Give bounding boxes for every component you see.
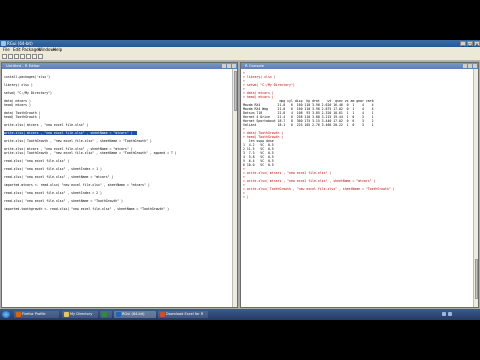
editor-line[interactable]: install.packages('xlsx') <box>4 75 50 79</box>
start-button[interactable] <box>2 311 10 318</box>
editor-titlebar[interactable]: Untitled - R Editor <box>2 63 237 69</box>
editor-minimize-icon[interactable] <box>222 64 226 68</box>
console-window: R Console > > library( xlsx ) > > setwd( "C… <box>240 62 479 308</box>
editor-line[interactable]: read.xlsx( "new excel file.xlsx" , sheet… <box>4 175 113 179</box>
console-minimize-icon[interactable] <box>463 64 467 68</box>
editor-window: Untitled - R Editor install.packages('xl… <box>1 62 238 308</box>
editor-line[interactable]: read.xlsx( "new excel file.xlsx" ) <box>4 159 69 163</box>
editor-line[interactable]: read.xlsx( "new excel file.xlsx" , sheet… <box>4 199 123 203</box>
mdi-workspace: Untitled - R Editor install.packages('xl… <box>0 61 480 309</box>
system-tray <box>442 310 478 319</box>
taskbar-item-label: Download Excel for R <box>166 312 204 316</box>
taskbar: Firefox Profile My Directory RGui (64-bit)… <box>0 309 480 320</box>
editor-line-selected[interactable]: write.xlsx( mtcars , "new excel file.xls… <box>4 131 137 135</box>
taskbar-item[interactable]: Firefox Profile <box>14 311 59 318</box>
taskbar-item[interactable] <box>100 311 112 318</box>
editor-line[interactable]: imported.toothgrowth <- read.xlsx( "new … <box>4 207 169 211</box>
window-titlebar[interactable]: RGui (64-bit) _ □ × <box>0 40 480 47</box>
excel-icon <box>102 312 107 317</box>
console-input-line: > write.xlsx( mtcars , "new excel file.x… <box>243 179 376 183</box>
browser-icon <box>160 312 165 317</box>
editor-close-icon[interactable] <box>232 64 236 68</box>
console-title: R Console <box>245 63 264 68</box>
console-input-line: > setwd( "C:/My Directory") <box>243 83 295 87</box>
taskbar-item-label: My Directory <box>70 312 93 316</box>
console-scroll-thumb[interactable] <box>474 259 478 299</box>
toolbar <box>0 53 480 61</box>
console-input-line: > write.xlsx( mtcars , "new excel file.x… <box>243 171 332 175</box>
editor-maximize-icon[interactable] <box>227 64 231 68</box>
editor-scrollbar[interactable] <box>232 69 237 307</box>
console-close-icon[interactable] <box>473 64 477 68</box>
editor-line[interactable]: read.xlsx( "new excel file.xlsx" , sheet… <box>4 191 102 195</box>
console-maximize-icon[interactable] <box>468 64 472 68</box>
folder-icon <box>64 312 69 317</box>
editor-line[interactable]: head( ToothGrowth ) <box>4 115 40 119</box>
close-icon[interactable]: × <box>474 41 480 47</box>
editor-line[interactable]: write.xlsx( ToothGrowth , "new excel fil… <box>4 139 152 143</box>
console-scrollbar[interactable] <box>473 69 478 307</box>
console-output-line: 6 10.0 VC 0.5 <box>243 163 274 167</box>
r-app-icon <box>1 41 6 46</box>
load-workspace-icon[interactable] <box>8 54 13 59</box>
volume-icon[interactable] <box>448 312 452 316</box>
editor-title: Untitled - R Editor <box>6 63 40 68</box>
letterbox-top <box>0 0 480 40</box>
print-icon[interactable] <box>38 54 43 59</box>
editor-scroll-thumb[interactable] <box>233 71 237 111</box>
letterbox-bottom <box>0 320 480 360</box>
save-icon[interactable] <box>14 54 19 59</box>
editor-line[interactable]: head( mtcars ) <box>4 103 31 107</box>
desktop-screen: RGui (64-bit) _ □ × File Edit Packages W… <box>0 40 480 320</box>
run-line-icon[interactable] <box>20 54 25 59</box>
editor-line[interactable]: library( xlsx ) <box>4 83 33 87</box>
taskbar-item-label: RGui (64-bit) <box>122 312 145 316</box>
console-input-line: > | <box>243 195 249 199</box>
taskbar-item[interactable]: My Directory <box>62 311 98 318</box>
taskbar-item-label: Firefox Profile <box>22 312 46 316</box>
console-input-line: > library( xlsx ) <box>243 75 276 79</box>
editor-line[interactable]: write.xlsx( ToothGrowth , "new excel fil… <box>4 151 177 155</box>
open-script-icon[interactable] <box>2 54 7 59</box>
stop-icon[interactable] <box>32 54 37 59</box>
taskbar-item[interactable]: Download Excel for R <box>158 311 208 318</box>
maximize-icon[interactable]: □ <box>467 41 473 47</box>
network-icon[interactable] <box>442 312 446 316</box>
r-icon <box>116 312 121 317</box>
window-title: RGui (64-bit) <box>7 41 33 46</box>
console-input-line: > write.xlsx( ToothGrowth , "new excel f… <box>243 187 395 191</box>
editor-line[interactable]: imported.mtcars <- read.xlsx( "new excel… <box>4 183 150 187</box>
editor-line[interactable]: write.xlsx( mtcars , "new excel file.xls… <box>4 123 88 127</box>
console-titlebar[interactable]: R Console <box>241 63 478 69</box>
run-all-icon[interactable] <box>26 54 31 59</box>
editor-line[interactable]: read.xlsx( "new excel file.xlsx" , sheet… <box>4 167 102 171</box>
firefox-icon <box>16 312 21 317</box>
editor-line[interactable]: setwd( "C:/My Directory") <box>4 91 52 95</box>
console-output-line: Valiant 18.1 6 225 105 2.76 3.460 20.22 … <box>243 123 374 127</box>
minimize-icon[interactable]: _ <box>460 41 466 47</box>
taskbar-item[interactable]: RGui (64-bit) <box>114 311 156 318</box>
